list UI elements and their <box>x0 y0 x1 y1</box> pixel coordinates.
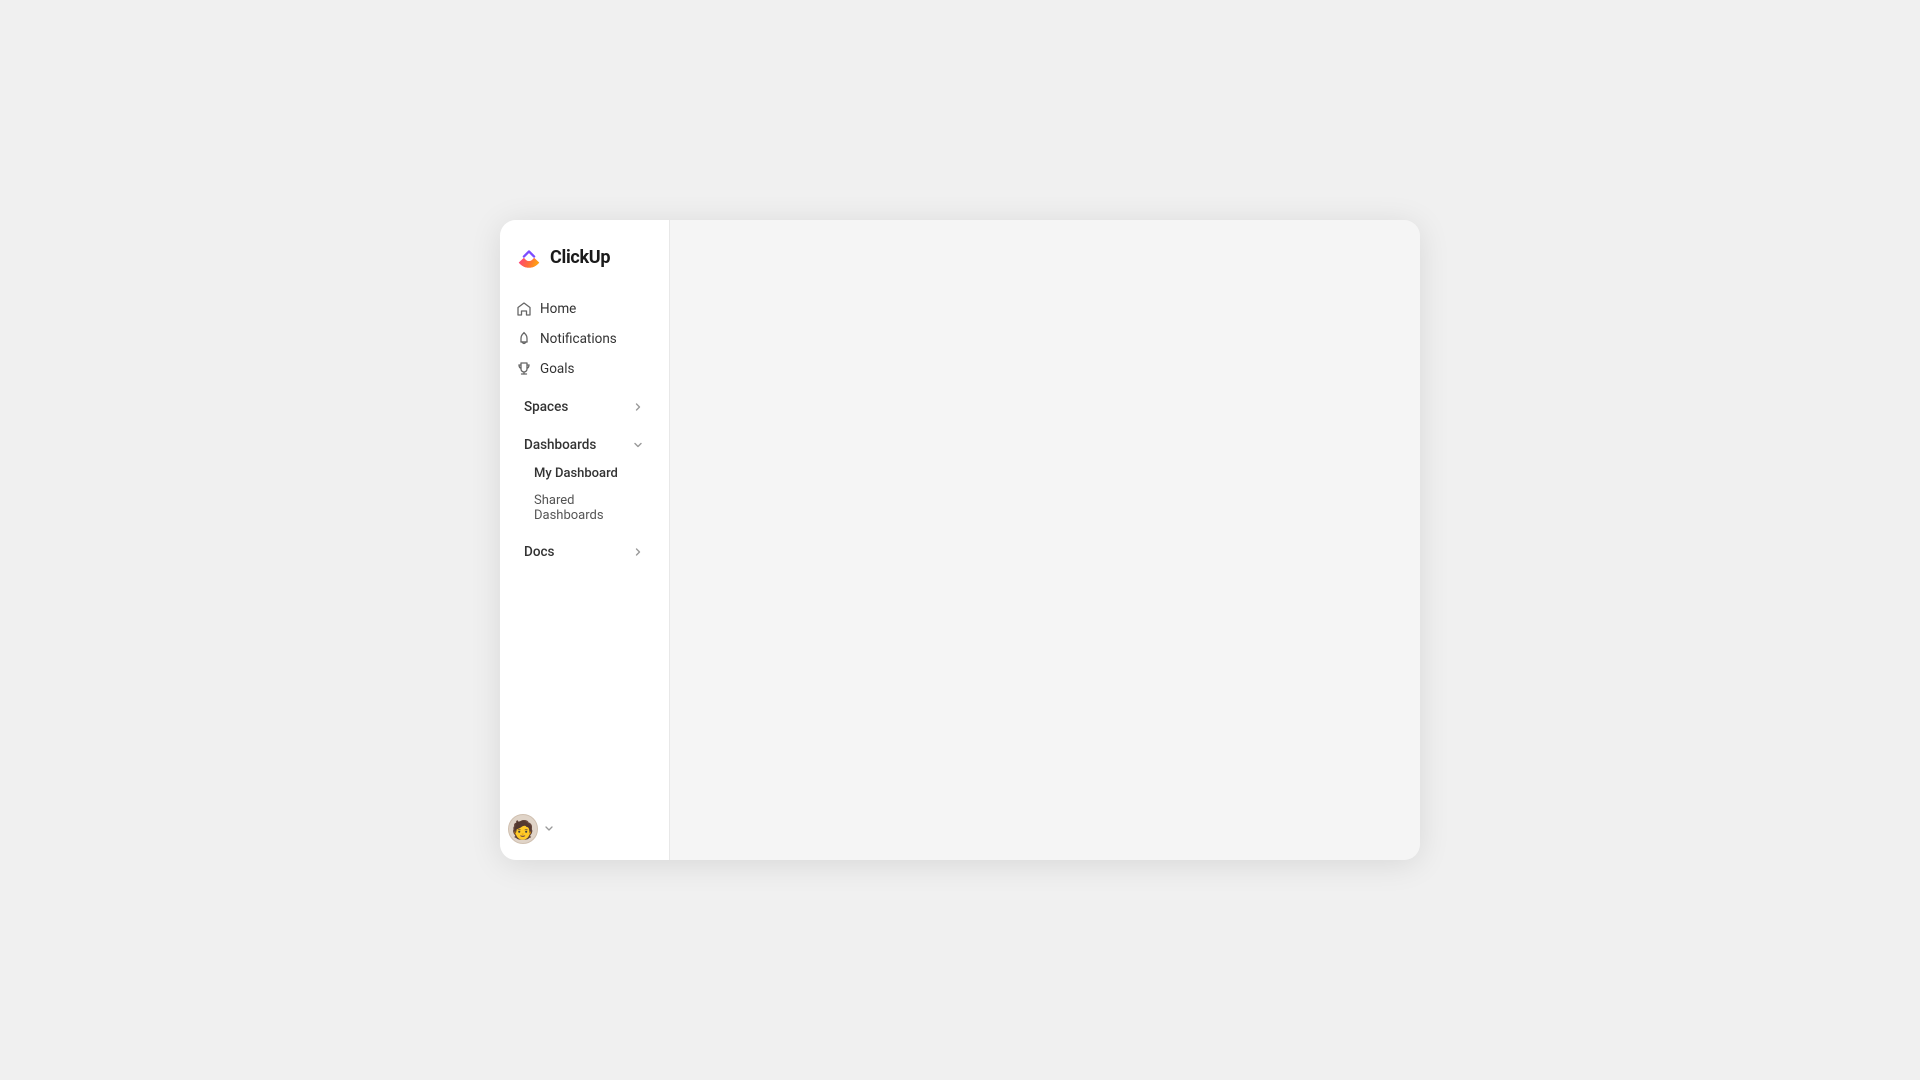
sidebar-item-shared-dashboards[interactable]: Shared Dashboards <box>516 487 653 529</box>
app-name: ClickUp <box>550 247 610 268</box>
sidebar-item-home[interactable]: Home <box>508 294 661 324</box>
chevron-down-icon <box>631 438 645 452</box>
home-icon <box>516 301 532 317</box>
app-container: ClickUp Home <box>500 220 1420 860</box>
sidebar-item-spaces[interactable]: Spaces <box>516 392 653 422</box>
user-avatar[interactable]: 🧑 <box>508 814 538 844</box>
sidebar-item-home-label: Home <box>540 301 576 317</box>
sidebar-item-docs[interactable]: Docs <box>516 537 653 567</box>
sidebar-item-goals-label: Goals <box>540 361 575 377</box>
avatar-emoji: 🧑 <box>512 822 534 840</box>
sidebar-item-docs-label: Docs <box>524 544 554 560</box>
chevron-right-icon <box>631 400 645 414</box>
docs-group: Docs <box>508 529 661 567</box>
sidebar-item-dashboards-label: Dashboards <box>524 437 596 453</box>
trophy-icon <box>516 361 532 377</box>
sidebar-item-notifications[interactable]: Notifications <box>508 324 661 354</box>
sidebar-bottom: 🧑 <box>500 806 669 844</box>
dashboards-group: Dashboards My Dashboard Shared Dashboard… <box>508 422 661 529</box>
sidebar-item-my-dashboard-label: My Dashboard <box>534 466 618 481</box>
bell-icon <box>516 331 532 347</box>
sidebar-item-notifications-label: Notifications <box>540 331 617 347</box>
sidebar-item-my-dashboard[interactable]: My Dashboard <box>516 460 653 487</box>
clickup-logo-icon <box>516 244 542 270</box>
user-menu-chevron[interactable] <box>544 823 554 836</box>
sidebar-item-shared-dashboards-label: Shared Dashboards <box>534 493 645 523</box>
main-content <box>670 220 1420 860</box>
chevron-right-docs-icon <box>631 545 645 559</box>
nav-section: Home Notifications <box>500 290 669 806</box>
logo-area[interactable]: ClickUp <box>500 220 669 290</box>
sidebar-item-dashboards[interactable]: Dashboards <box>516 430 653 460</box>
sidebar: ClickUp Home <box>500 220 670 860</box>
sidebar-item-spaces-label: Spaces <box>524 399 568 415</box>
spaces-group: Spaces <box>508 384 661 422</box>
sidebar-item-goals[interactable]: Goals <box>508 354 661 384</box>
